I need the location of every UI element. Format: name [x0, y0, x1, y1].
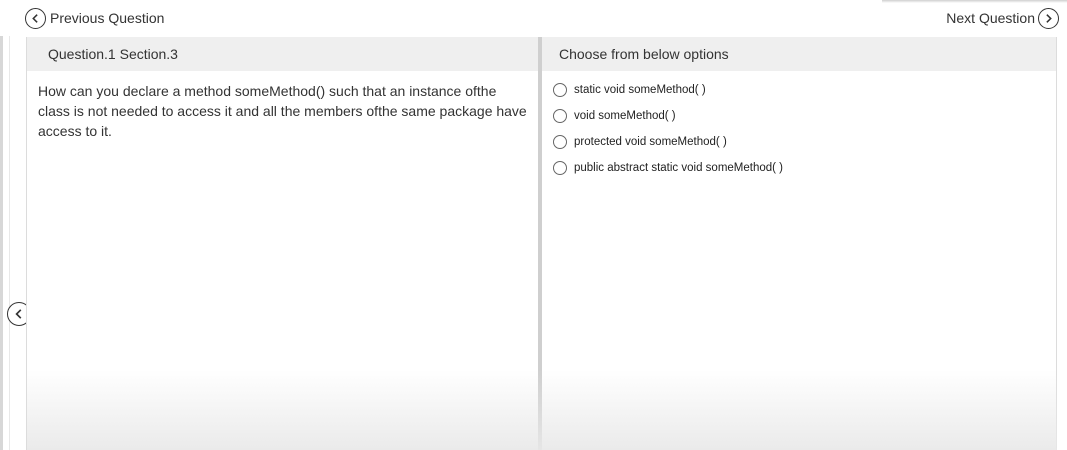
options-header: Choose from below options — [542, 37, 1056, 71]
left-edge-bar — [0, 36, 3, 450]
chevron-right-circle-icon — [1038, 7, 1059, 29]
next-question-label: Next Question — [946, 10, 1035, 26]
option-1[interactable]: static void someMethod( ) — [553, 77, 1056, 103]
left-edge-line — [9, 36, 10, 450]
option-label-1: static void someMethod( ) — [574, 84, 706, 96]
chevron-left-circle-icon — [25, 7, 46, 29]
option-label-3: protected void someMethod( ) — [574, 136, 727, 148]
radio-button-4[interactable] — [553, 161, 567, 175]
question-panel: Question.1 Section.3 How can you declare… — [26, 37, 539, 450]
quiz-page: Previous Question Next Question Question… — [0, 0, 1067, 450]
top-shadow — [882, 0, 1067, 3]
options-panel: Choose from below options static void so… — [542, 37, 1057, 450]
question-text: How can you declare a method someMethod(… — [38, 83, 527, 139]
options-list: static void someMethod( ) void someMetho… — [542, 71, 1056, 181]
option-label-4: public abstract static void someMethod( … — [574, 162, 784, 174]
option-2[interactable]: void someMethod( ) — [553, 103, 1056, 129]
previous-question-label: Previous Question — [50, 10, 165, 26]
chevron-left-icon — [15, 309, 22, 319]
option-label-2: void someMethod( ) — [574, 110, 676, 122]
radio-button-3[interactable] — [553, 135, 567, 149]
radio-button-1[interactable] — [553, 83, 567, 97]
previous-question-button[interactable]: Previous Question — [25, 7, 164, 29]
next-question-button[interactable]: Next Question — [946, 7, 1059, 29]
option-4[interactable]: public abstract static void someMethod( … — [553, 155, 1056, 181]
option-3[interactable]: protected void someMethod( ) — [553, 129, 1056, 155]
radio-button-2[interactable] — [553, 109, 567, 123]
question-header: Question.1 Section.3 — [27, 37, 539, 71]
